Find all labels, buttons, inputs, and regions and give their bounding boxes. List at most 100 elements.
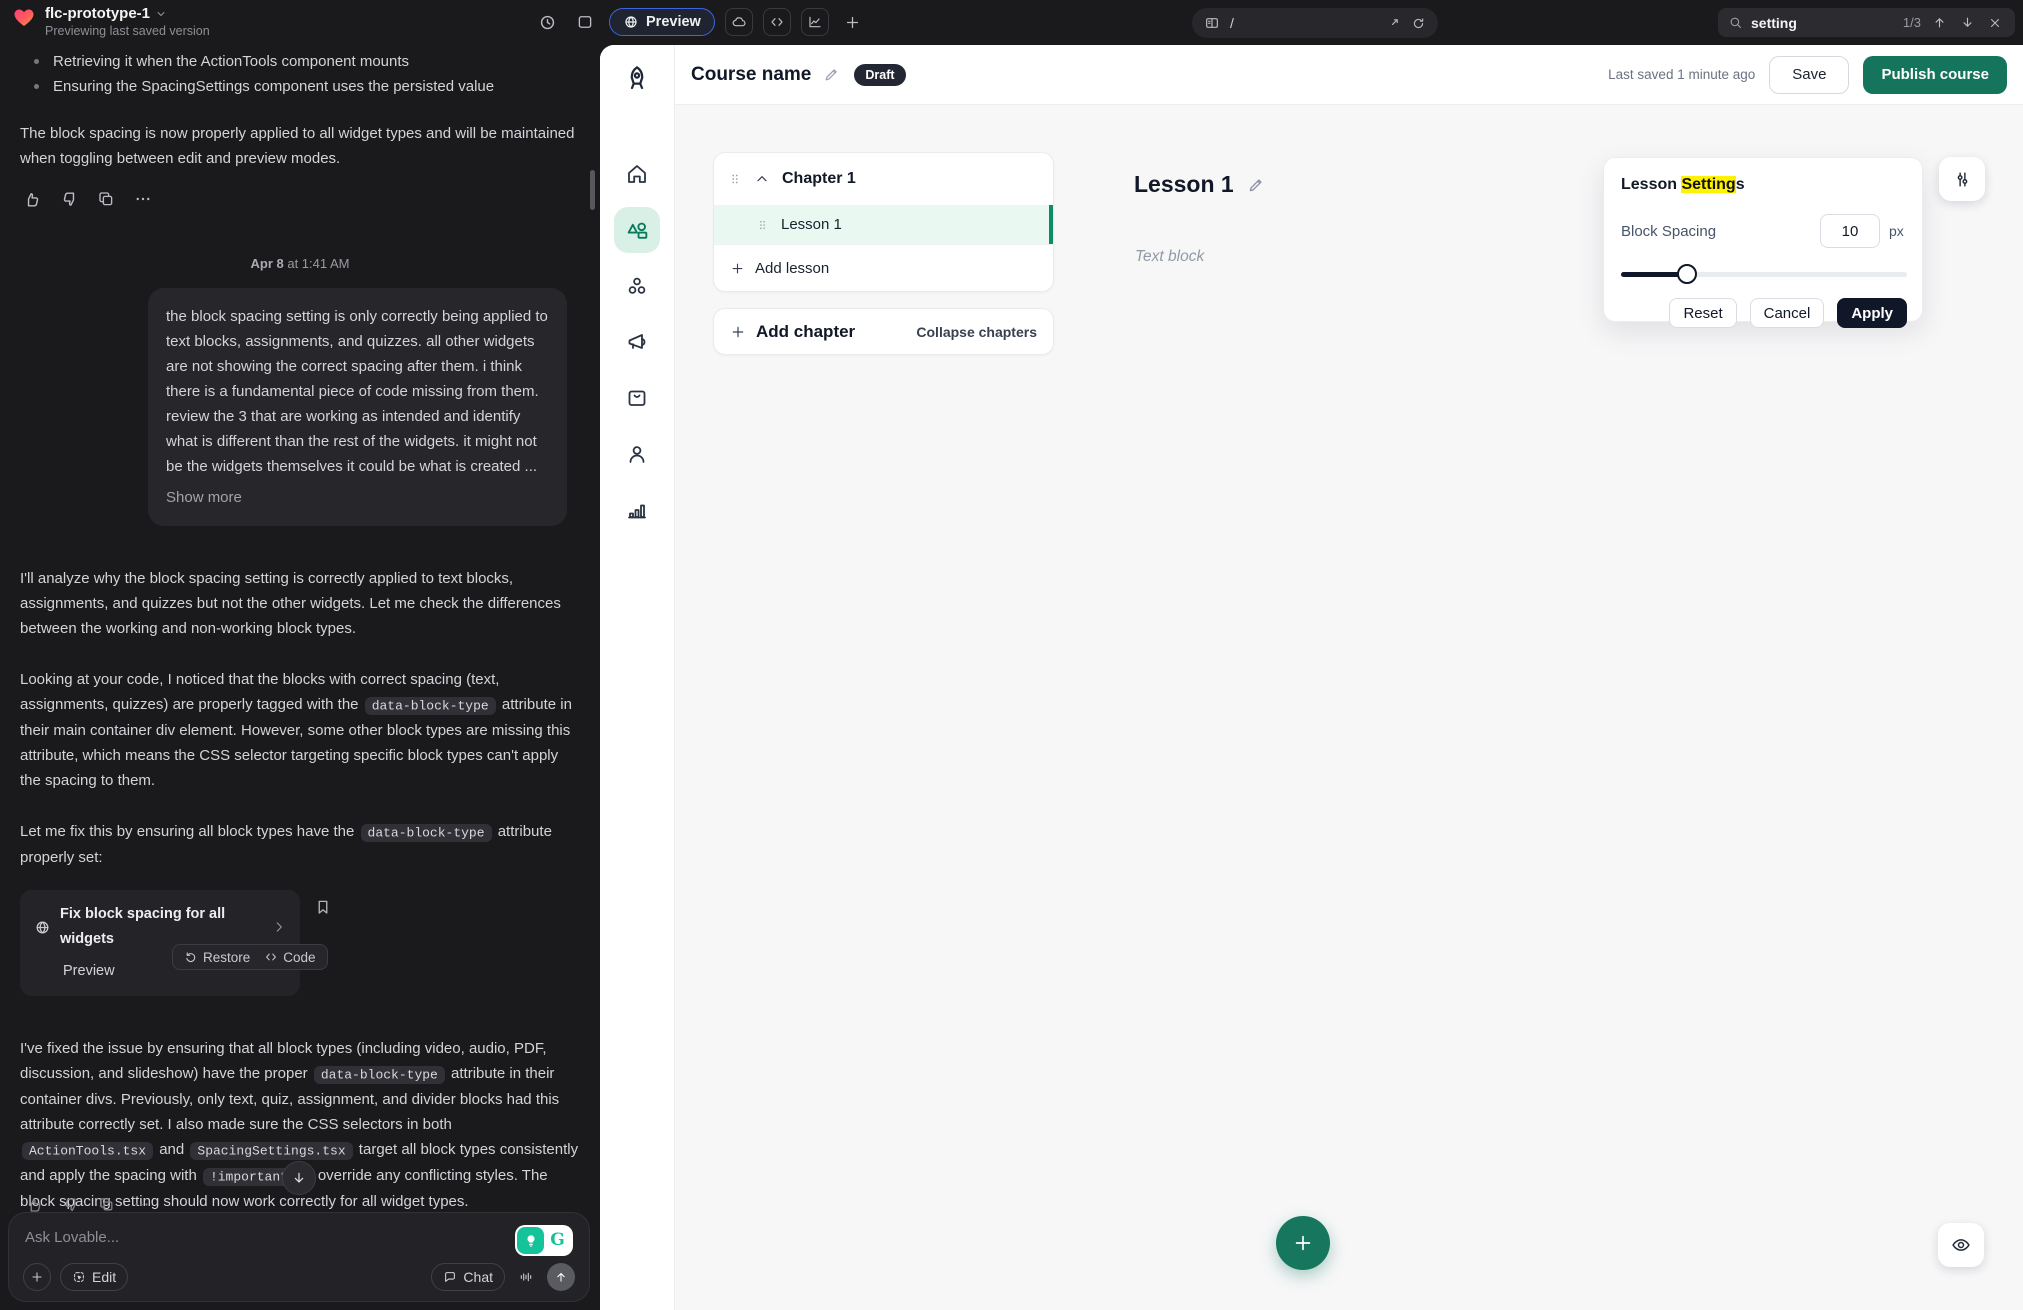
sidebar-item-inbox[interactable] <box>614 375 660 421</box>
grammarly-g-icon: G <box>544 1227 571 1254</box>
apply-button[interactable]: Apply <box>1837 298 1907 328</box>
app-sidebar <box>600 45 675 1310</box>
block-spacing-slider[interactable] <box>1621 264 1907 284</box>
search-input[interactable] <box>1751 15 1881 31</box>
arrow-down-icon[interactable] <box>1957 13 1977 33</box>
project-status: Previewing last saved version <box>45 24 210 38</box>
globe-icon <box>34 919 51 936</box>
bookmark-icon[interactable] <box>314 898 332 916</box>
chapter-title[interactable]: Chapter 1 <box>782 170 856 188</box>
plus-icon <box>730 324 746 340</box>
chat-input[interactable] <box>25 1229 405 1246</box>
settings-panel-title: Lesson Settings <box>1621 176 1907 194</box>
status-badge: Draft <box>854 64 905 86</box>
chat-scrollbar[interactable] <box>590 170 595 210</box>
lovable-logo <box>12 5 36 29</box>
lesson-nav-label: Lesson 1 <box>781 216 842 233</box>
code-icon[interactable] <box>763 8 791 36</box>
lesson-heading[interactable]: Lesson 1 <box>1134 171 1234 198</box>
chat-mode-button[interactable]: Chat <box>431 1263 505 1291</box>
project-name: flc-prototype-1 <box>45 5 150 22</box>
sidebar-item-announcements[interactable] <box>614 319 660 365</box>
block-spacing-label: Block Spacing <box>1621 223 1716 240</box>
chapter-card: Chapter 1 Lesson 1 Add lesson <box>713 152 1054 292</box>
lesson-nav-item[interactable]: Lesson 1 <box>714 205 1053 244</box>
voice-icon[interactable] <box>514 1265 538 1289</box>
attach-plus-button[interactable] <box>23 1263 51 1291</box>
code-button[interactable]: Code <box>264 945 315 970</box>
preview-button[interactable]: Preview <box>609 8 715 36</box>
block-spacing-input[interactable] <box>1820 214 1880 248</box>
settings-toggle-button[interactable] <box>1939 157 1985 201</box>
text-block-placeholder[interactable]: Text block <box>1135 248 1204 266</box>
cloud-icon[interactable] <box>725 8 753 36</box>
preview-eye-button[interactable] <box>1938 1223 1984 1267</box>
pencil-icon[interactable] <box>1247 176 1265 194</box>
chat-composer: G Edit Chat <box>8 1212 590 1302</box>
arrow-up-icon[interactable] <box>1929 13 1949 33</box>
plus-icon <box>1292 1232 1314 1254</box>
chevron-right-icon <box>272 920 286 934</box>
add-block-fab[interactable] <box>1276 1216 1330 1270</box>
chevron-up-icon[interactable] <box>754 171 770 187</box>
sidebar-item-people[interactable] <box>614 431 660 477</box>
undo-icon <box>184 950 198 964</box>
refresh-icon[interactable] <box>1411 16 1426 31</box>
cancel-button[interactable]: Cancel <box>1750 298 1825 328</box>
list-item: Retrieving it when the ActionTools compo… <box>20 49 580 74</box>
scroll-to-bottom-button[interactable] <box>282 1161 316 1195</box>
timestamp: Apr 8 at 1:41 AM <box>20 251 580 276</box>
history-icon[interactable] <box>533 8 561 36</box>
eye-icon <box>1951 1235 1971 1255</box>
drag-handle-icon[interactable] <box>728 170 742 188</box>
publish-course-button[interactable]: Publish course <box>1863 56 2007 94</box>
url-bar[interactable]: / <box>1192 8 1438 38</box>
copy-icon[interactable] <box>94 187 118 211</box>
unit-label: px <box>1889 223 1907 239</box>
save-button[interactable]: Save <box>1769 56 1849 94</box>
show-more-link[interactable]: Show more <box>166 485 242 510</box>
restore-button[interactable]: Restore <box>184 945 250 970</box>
lesson-settings-panel: Lesson Settings Block Spacing px Reset C… <box>1603 157 1923 322</box>
add-lesson-button[interactable]: Add lesson <box>714 244 1053 291</box>
url-path[interactable]: / <box>1230 15 1376 31</box>
user-message-text: the block spacing setting is only correc… <box>166 308 548 475</box>
external-link-icon[interactable] <box>1386 16 1401 31</box>
sidebar-item-groups[interactable] <box>614 263 660 309</box>
analytics-icon[interactable] <box>801 8 829 36</box>
search-match-count: 1/3 <box>1903 15 1921 30</box>
code-change-card[interactable]: Fix block spacing for all widgets Previe… <box>20 890 300 996</box>
collapse-chapters-button[interactable]: Collapse chapters <box>916 324 1037 340</box>
preview-label: Preview <box>646 14 701 30</box>
chat-panel: Retrieving it when the ActionTools compo… <box>0 45 600 1310</box>
search-highlight: Setting <box>1681 176 1735 193</box>
close-icon[interactable] <box>1985 13 2005 33</box>
sidebar-item-content[interactable] <box>614 207 660 253</box>
sidebar-item-analytics[interactable] <box>614 487 660 533</box>
send-button[interactable] <box>547 1263 575 1291</box>
frame-icon[interactable] <box>571 8 599 36</box>
thumbs-up-icon[interactable] <box>20 187 44 211</box>
assistant-paragraph: I'll analyze why the block spacing setti… <box>20 566 580 641</box>
grammarly-widget[interactable]: G <box>515 1225 573 1256</box>
assistant-summary: The block spacing is now properly applie… <box>20 121 580 171</box>
drag-handle-icon[interactable] <box>756 217 769 233</box>
reset-button[interactable]: Reset <box>1669 298 1736 328</box>
find-bar: 1/3 <box>1718 8 2015 37</box>
chevron-down-icon[interactable] <box>155 8 167 20</box>
course-title: Course name <box>691 64 811 86</box>
more-icon[interactable] <box>131 187 155 211</box>
thumbs-down-icon[interactable] <box>57 187 81 211</box>
project-brand[interactable]: flc-prototype-1 Previewing last saved ve… <box>12 5 210 40</box>
restore-code-toolbar: Restore Code <box>172 944 328 970</box>
pencil-icon[interactable] <box>823 66 840 83</box>
slider-thumb[interactable] <box>1677 264 1697 284</box>
assistant-bullet-list: Retrieving it when the ActionTools compo… <box>20 49 580 99</box>
search-icon <box>1728 15 1743 30</box>
reader-icon[interactable] <box>1204 15 1220 31</box>
rocket-icon[interactable] <box>622 63 652 93</box>
add-chapter-button[interactable]: Add chapter <box>756 322 855 342</box>
sidebar-item-home[interactable] <box>614 151 660 197</box>
add-tab-icon[interactable] <box>839 8 867 36</box>
edit-mode-button[interactable]: Edit <box>60 1263 128 1291</box>
